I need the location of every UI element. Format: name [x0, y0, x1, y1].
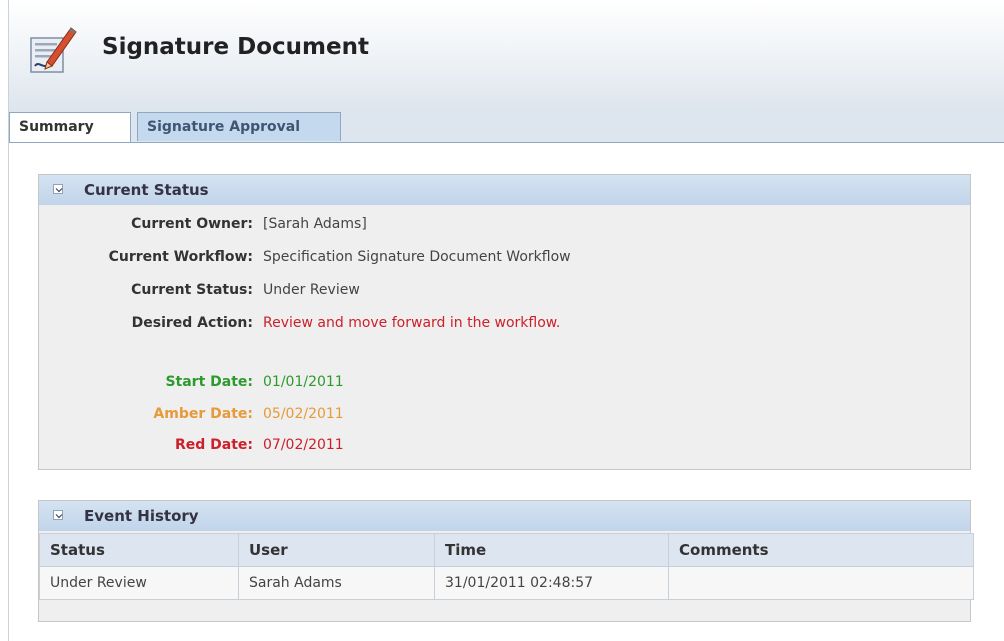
event-history-table: Status User Time Comments Under Review S…	[39, 533, 974, 600]
table-header-row: Status User Time Comments	[39, 533, 974, 567]
date-value: 05/02/2011	[263, 406, 344, 422]
current-status-header[interactable]: Current Status	[39, 175, 970, 205]
date-label: Start Date:	[165, 374, 253, 390]
field-value: Under Review	[263, 282, 360, 298]
field-current-workflow: Current Workflow: Specification Signatur…	[39, 246, 970, 268]
date-label: Red Date:	[174, 437, 253, 453]
field-current-status: Current Status: Under Review	[39, 279, 970, 301]
field-value: Specification Signature Document Workflo…	[263, 249, 571, 265]
field-desired-action: Desired Action: Review and move forward …	[39, 312, 970, 334]
signature-document-icon	[29, 24, 77, 76]
column-header-time[interactable]: Time	[434, 533, 669, 567]
field-value: Review and move forward in the workflow.	[263, 315, 561, 331]
collapse-chevron-icon[interactable]	[53, 510, 63, 520]
current-status-panel: Current Status Current Owner: [Sarah Ada…	[38, 174, 971, 470]
field-label: Desired Action:	[131, 315, 253, 331]
tab-summary[interactable]: Summary	[9, 112, 131, 142]
event-history-title: Event History	[84, 507, 199, 525]
page-header: Signature Document	[9, 0, 1004, 108]
tab-bar: Summary Signature Approval	[9, 108, 1004, 143]
date-label: Amber Date:	[153, 406, 253, 422]
cell-status: Under Review	[39, 566, 239, 600]
field-label: Current Status:	[131, 282, 253, 298]
cell-user: Sarah Adams	[238, 566, 435, 600]
column-header-user[interactable]: User	[238, 533, 435, 567]
field-current-owner: Current Owner: [Sarah Adams]	[39, 213, 970, 235]
date-value: 07/02/2011	[263, 437, 344, 453]
date-red: Red Date: 07/02/2011	[39, 434, 970, 456]
cell-time: 31/01/2011 02:48:57	[434, 566, 669, 600]
field-label: Current Workflow:	[108, 249, 253, 265]
date-amber: Amber Date: 05/02/2011	[39, 403, 970, 425]
field-value: [Sarah Adams]	[263, 216, 367, 232]
cell-comments	[668, 566, 974, 600]
date-value: 01/01/2011	[263, 374, 344, 390]
collapse-chevron-icon[interactable]	[53, 184, 63, 194]
column-header-status[interactable]: Status	[39, 533, 239, 567]
table-row[interactable]: Under Review Sarah Adams 31/01/2011 02:4…	[39, 566, 974, 600]
tab-signature-approval[interactable]: Signature Approval	[137, 112, 341, 141]
field-label: Current Owner:	[131, 216, 253, 232]
event-history-header[interactable]: Event History	[39, 501, 970, 531]
date-start: Start Date: 01/01/2011	[39, 371, 970, 393]
event-history-panel: Event History Status User Time Comments …	[38, 500, 974, 622]
page-title: Signature Document	[102, 34, 369, 60]
current-status-title: Current Status	[84, 181, 209, 199]
column-header-comments[interactable]: Comments	[668, 533, 974, 567]
